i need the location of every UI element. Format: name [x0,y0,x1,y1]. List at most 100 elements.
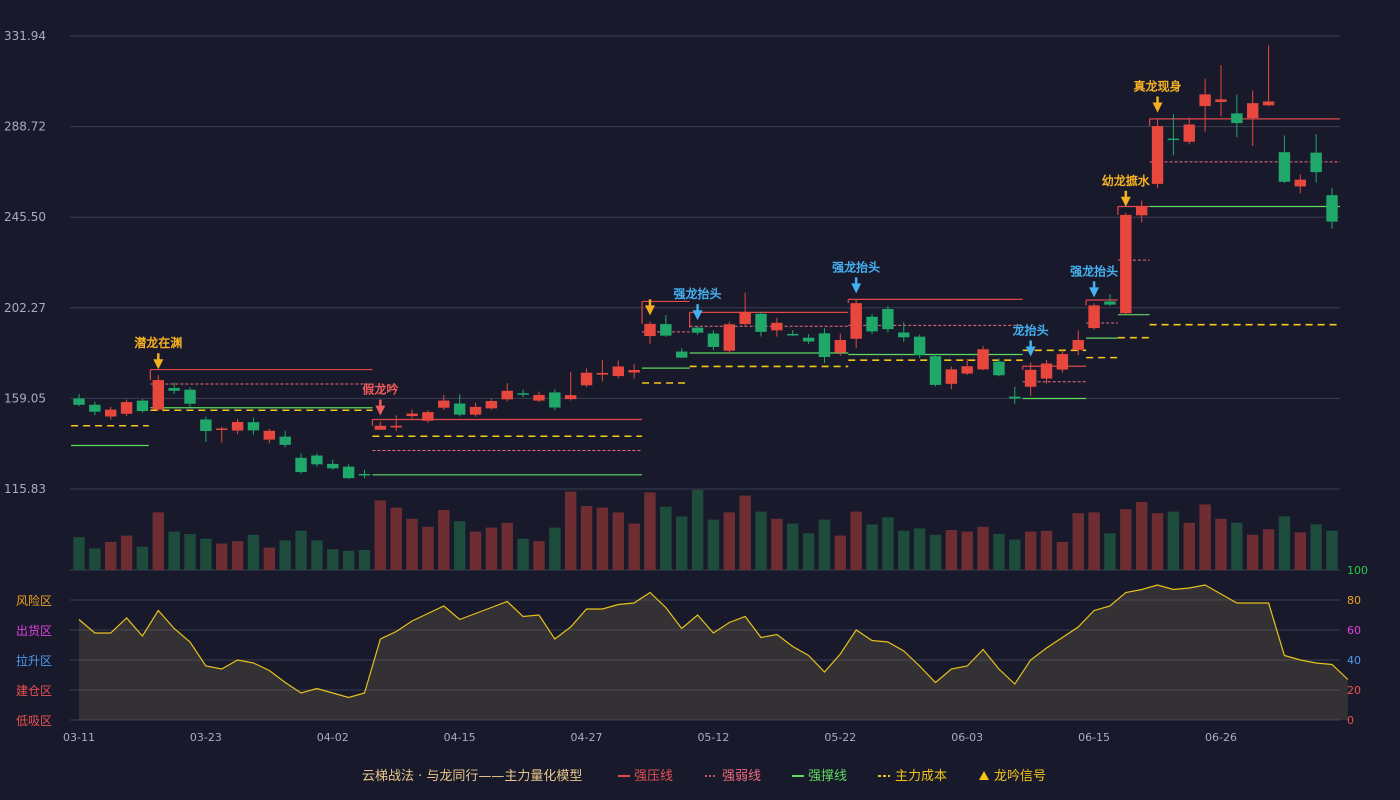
candle-body [1262,101,1275,106]
candle-body [675,351,688,358]
candle-body [660,324,672,336]
volume-bar [295,530,307,570]
candle-body [390,425,402,428]
volume-bar [1262,529,1275,570]
candle-body [1294,179,1306,187]
volume-bar [1167,511,1180,570]
volume-bar [73,537,85,570]
candle-body [358,473,371,476]
volume-bar [1056,542,1069,570]
candle-body [1088,305,1100,329]
candle-body [263,430,276,440]
volume-bar [755,511,767,570]
volume-bar [1183,522,1195,570]
legend-signal-icon [979,771,989,780]
date-tick-label: 05-22 [824,731,856,744]
candle-body [152,380,165,410]
volume-bar [105,542,117,570]
zone-label: 低吸区 [16,714,52,728]
volume-bar [485,527,498,570]
indicator-tick-label: 80 [1347,594,1361,607]
volume-bar [771,518,783,570]
indicator-tick-label: 100 [1347,564,1368,577]
date-tick-label: 06-03 [951,731,983,744]
volume-bar [739,495,751,570]
candle-body [596,372,609,375]
date-tick-label: 04-15 [444,731,476,744]
candle-body [993,361,1005,376]
volume-bar [993,534,1005,570]
volume-bar [660,506,672,570]
candle-body [374,425,387,430]
date-tick-label: 03-23 [190,731,222,744]
candle-body [517,393,529,395]
candle-body [1151,126,1164,184]
legend: 云梯战法 · 与龙同行——主力量化模型 强压线 强弱线 强撑线 主力成本 龙吟信… [362,768,1046,784]
volume-bar [1326,530,1338,570]
volume-bar [1135,502,1148,570]
volume-bar [945,530,958,570]
signal-arrow-icon [1152,102,1163,113]
candle-body [1326,195,1338,222]
candle-body [485,401,498,409]
candle-body [231,421,244,431]
zone-label: 风险区 [16,593,52,608]
candle-body [1310,152,1322,173]
candle-body [945,369,958,384]
date-tick-label: 05-12 [697,731,729,744]
candle-body [422,412,434,421]
volume-bar [850,511,862,570]
candle-body [1104,301,1116,305]
volume-bar [691,490,704,570]
date-tick-label: 06-26 [1205,731,1237,744]
volume-bar [438,510,450,570]
volume-bar [1151,513,1164,570]
candle-body [120,402,133,414]
volume-bar [787,523,799,570]
signal-arrow-icon [153,359,164,370]
date-axis: 03-11 03-23 04-02 04-15 04-27 05-12 05-22 06-03… [63,731,1237,744]
volume-bar [596,507,609,570]
candle-body [1215,99,1227,102]
candle-body [200,419,212,431]
candle-body [834,340,847,353]
volume-bar [422,526,434,570]
legend-support-label: 强撑线 [808,769,847,784]
legend-title: 云梯战法 · 与龙同行——主力量化模型 [362,769,582,784]
zone-label: 建仓区 [16,684,52,698]
candle-body [1199,94,1211,107]
candle-body [564,395,577,400]
date-tick-label: 04-02 [317,731,349,744]
volume-bar [818,519,831,570]
indicator-panel [78,584,1349,720]
price-tick-label: 288.72 [4,120,46,134]
volume-bar [612,512,624,570]
candle-body [533,394,545,401]
candle-body [818,333,831,358]
candle-body [1183,124,1195,142]
legend-cost-label: 主力成本 [895,769,947,784]
volume-bar [1104,533,1116,570]
volume-bar [374,500,387,570]
zone-label: 出货区 [16,623,52,638]
signal-label: 潜龙在渊 [134,335,182,350]
volume-bar [327,549,339,570]
volume-bar [929,534,942,570]
volume-bar [231,541,244,570]
signal-arrow-icon [1089,287,1100,298]
volume-bar [184,534,196,570]
signal-arrow-icon [692,310,703,321]
volume-bar [247,534,260,570]
volume-bar [1088,512,1100,570]
candle-body [850,303,862,339]
signal-label: 假龙吟 [362,382,398,397]
volume-bar [120,535,133,570]
volume-bar [882,517,894,570]
candle-body [136,400,149,412]
price-tick-label: 202.27 [4,301,46,315]
volume-bar [898,530,910,570]
volume-bar [644,492,656,570]
indicator-axis: 100 80 60 40 20 0 [1347,564,1368,727]
legend-pressure-label: 强压线 [634,769,673,784]
volume-bar [1120,509,1132,570]
